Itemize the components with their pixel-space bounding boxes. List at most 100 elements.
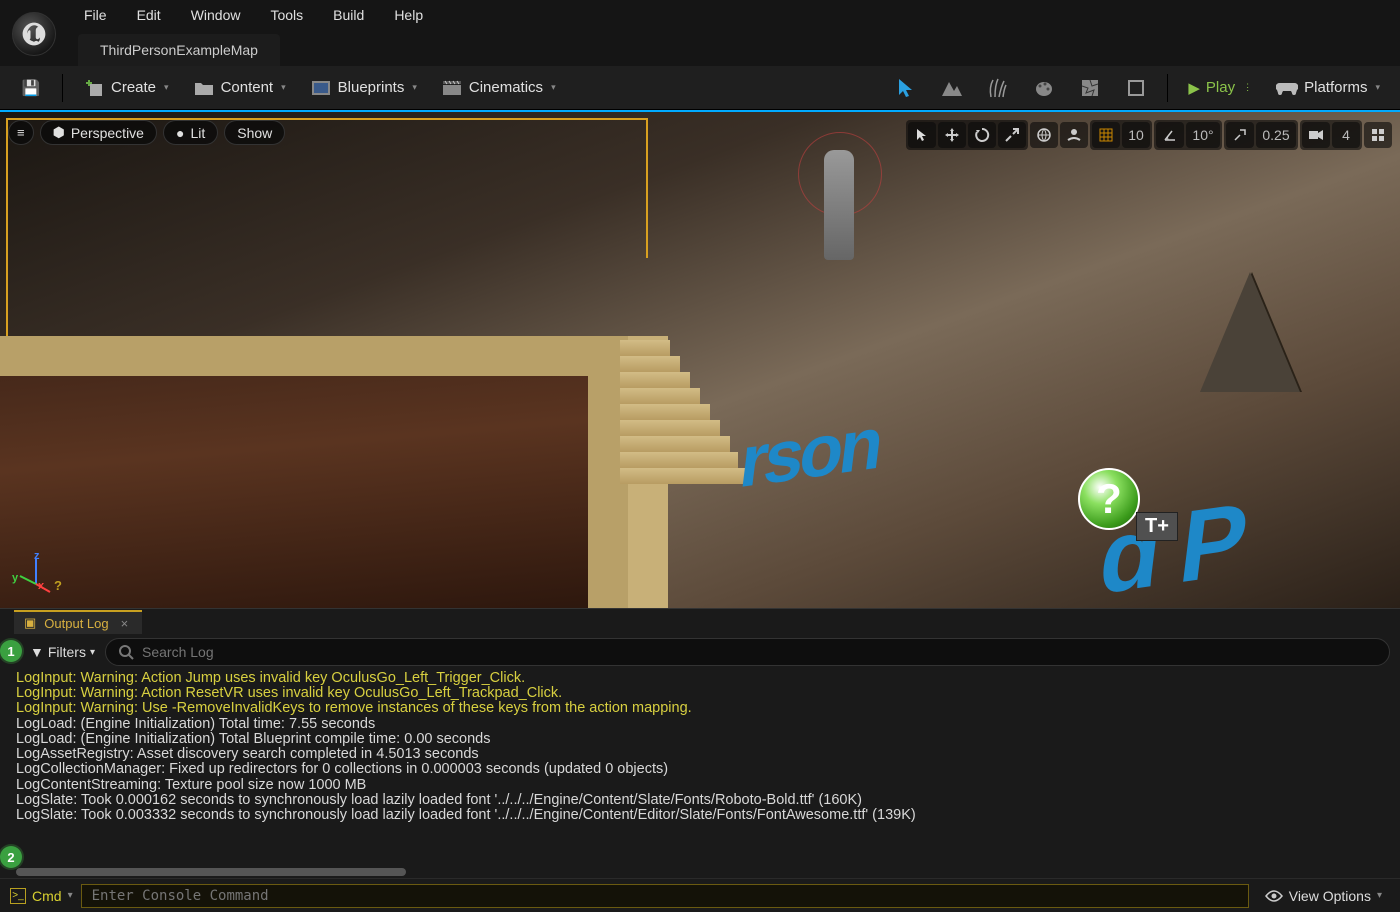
play-icon: ▶ <box>1188 79 1200 97</box>
folder-icon <box>193 77 215 99</box>
main-menubar: File Edit Window Tools Build Help <box>0 0 1400 30</box>
log-line: LogLoad: (Engine Initialization) Total t… <box>16 717 1384 732</box>
play-button[interactable]: ▶Play⋮ <box>1178 75 1262 101</box>
main-toolbar: 💾 Create▾ Content▾ Blueprints▾ Cinematic… <box>0 66 1400 110</box>
log-line: LogContentStreaming: Texture pool size n… <box>16 778 1384 793</box>
perspective-dropdown[interactable]: ⬢Perspective <box>40 120 157 145</box>
sphere-icon: ● <box>176 125 184 141</box>
scale-snap-value[interactable]: 0.25 <box>1256 122 1296 148</box>
angle-snap-toggle[interactable] <box>1156 122 1184 148</box>
help-bubble-icon[interactable]: ? <box>1078 468 1140 530</box>
viewport-menu-button[interactable]: ≡ <box>8 120 34 145</box>
filters-dropdown[interactable]: ▼Filters▾ <box>30 644 95 660</box>
clapper-icon <box>441 77 463 99</box>
controller-icon <box>1276 77 1298 99</box>
search-log-box[interactable] <box>105 638 1390 666</box>
cmd-icon: >_ <box>10 888 26 904</box>
menu-build[interactable]: Build <box>319 3 378 27</box>
platforms-label: Platforms <box>1304 79 1367 96</box>
log-line: LogSlate: Took 0.000162 seconds to synch… <box>16 793 1384 808</box>
blueprint-icon <box>310 77 332 99</box>
viewport-toolbar-left: ≡ ⬢Perspective ●Lit Show <box>8 120 285 145</box>
menu-edit[interactable]: Edit <box>123 3 175 27</box>
translate-tool[interactable] <box>938 122 966 148</box>
landscape-mode-button[interactable] <box>931 73 973 103</box>
log-line: LogLoad: (Engine Initialization) Total B… <box>16 732 1384 747</box>
camera-speed-value[interactable]: 4 <box>1332 122 1360 148</box>
create-button[interactable]: Create▾ <box>73 73 179 103</box>
select-mode-button[interactable] <box>885 73 927 103</box>
brush-mode-button[interactable] <box>1115 73 1157 103</box>
viewport-toolbar-right: 10 10° 0.25 4 <box>906 120 1392 150</box>
palette-icon <box>1033 77 1055 99</box>
menu-file[interactable]: File <box>70 3 121 27</box>
save-icon: 💾 <box>20 77 42 99</box>
menu-window[interactable]: Window <box>177 3 255 27</box>
terminal-icon: ▣ <box>24 615 36 631</box>
play-label: Play <box>1206 79 1235 96</box>
brush-box-icon <box>1125 77 1147 99</box>
cinematics-button[interactable]: Cinematics▾ <box>431 73 566 103</box>
surface-snap-toggle[interactable] <box>1060 122 1088 148</box>
content-label: Content <box>221 79 274 96</box>
scene-wooden-platform <box>0 336 668 608</box>
create-label: Create <box>111 79 156 96</box>
fracture-icon <box>1079 77 1101 99</box>
axis-gizmo: zyx? <box>16 554 56 594</box>
scene-mannequin <box>810 140 870 270</box>
log-line: LogSlate: Took 0.003332 seconds to synch… <box>16 808 1384 823</box>
menu-help[interactable]: Help <box>380 3 437 27</box>
show-dropdown[interactable]: Show <box>224 120 285 145</box>
map-tab[interactable]: ThirdPersonExampleMap <box>78 34 280 66</box>
blueprints-label: Blueprints <box>338 79 405 96</box>
log-output[interactable]: LogInput: Warning: Action Jump uses inva… <box>0 669 1400 868</box>
log-tab-row: ▣ Output Log × <box>0 609 1400 635</box>
coord-space-toggle[interactable] <box>1030 122 1058 148</box>
document-tabs: ThirdPersonExampleMap <box>0 30 1400 66</box>
plus-cube-icon <box>83 77 105 99</box>
log-line: LogCollectionManager: Fixed up redirecto… <box>16 762 1384 777</box>
viewport-layout-button[interactable] <box>1364 122 1392 148</box>
platforms-button[interactable]: Platforms▾ <box>1266 73 1390 103</box>
unreal-logo-icon[interactable] <box>12 12 56 56</box>
filter-icon: ▼ <box>30 644 44 660</box>
lit-dropdown[interactable]: ●Lit <box>163 120 218 145</box>
console-row: >_Cmd▾ View Options▾ <box>0 878 1400 912</box>
grid-snap-value[interactable]: 10 <box>1122 122 1150 148</box>
log-line: LogInput: Warning: Action ResetVR uses i… <box>16 686 1384 701</box>
mountain-icon <box>941 77 963 99</box>
grid-snap-toggle[interactable] <box>1092 122 1120 148</box>
cmd-label[interactable]: >_Cmd▾ <box>10 888 73 904</box>
rotate-tool[interactable] <box>968 122 996 148</box>
log-line: LogInput: Warning: Use -RemoveInvalidKey… <box>16 701 1384 716</box>
output-log-title: Output Log <box>44 616 108 631</box>
annotation-2: 2 <box>0 846 22 868</box>
view-options-dropdown[interactable]: View Options▾ <box>1257 888 1390 904</box>
log-filter-row: ▼Filters▾ <box>0 635 1400 669</box>
cursor-select-icon <box>895 77 917 99</box>
cinematics-label: Cinematics <box>469 79 543 96</box>
grass-icon <box>987 77 1009 99</box>
camera-speed-icon[interactable] <box>1302 122 1330 148</box>
mesh-paint-button[interactable] <box>1023 73 1065 103</box>
log-line: LogInput: Warning: Action Jump uses inva… <box>16 671 1384 686</box>
select-tool[interactable] <box>908 122 936 148</box>
content-button[interactable]: Content▾ <box>183 73 296 103</box>
scene-cone <box>1200 272 1300 392</box>
foliage-mode-button[interactable] <box>977 73 1019 103</box>
log-hscroll[interactable] <box>16 868 406 878</box>
level-viewport[interactable]: rson d P ? T+ ≡ ⬢Perspective ●Lit Show 1… <box>0 110 1400 608</box>
angle-snap-value[interactable]: 10° <box>1186 122 1220 148</box>
search-log-input[interactable] <box>142 644 1377 660</box>
fracture-mode-button[interactable] <box>1069 73 1111 103</box>
menu-tools[interactable]: Tools <box>256 3 317 27</box>
scale-snap-toggle[interactable] <box>1226 122 1254 148</box>
save-button[interactable]: 💾 <box>10 73 52 103</box>
close-tab-button[interactable]: × <box>117 616 133 631</box>
output-log-tab[interactable]: ▣ Output Log × <box>14 610 142 634</box>
scene-wooden-steps <box>620 340 760 560</box>
console-input[interactable] <box>81 884 1249 908</box>
scale-tool[interactable] <box>998 122 1026 148</box>
cube-icon: ⬢ <box>53 124 65 141</box>
blueprints-button[interactable]: Blueprints▾ <box>300 73 427 103</box>
